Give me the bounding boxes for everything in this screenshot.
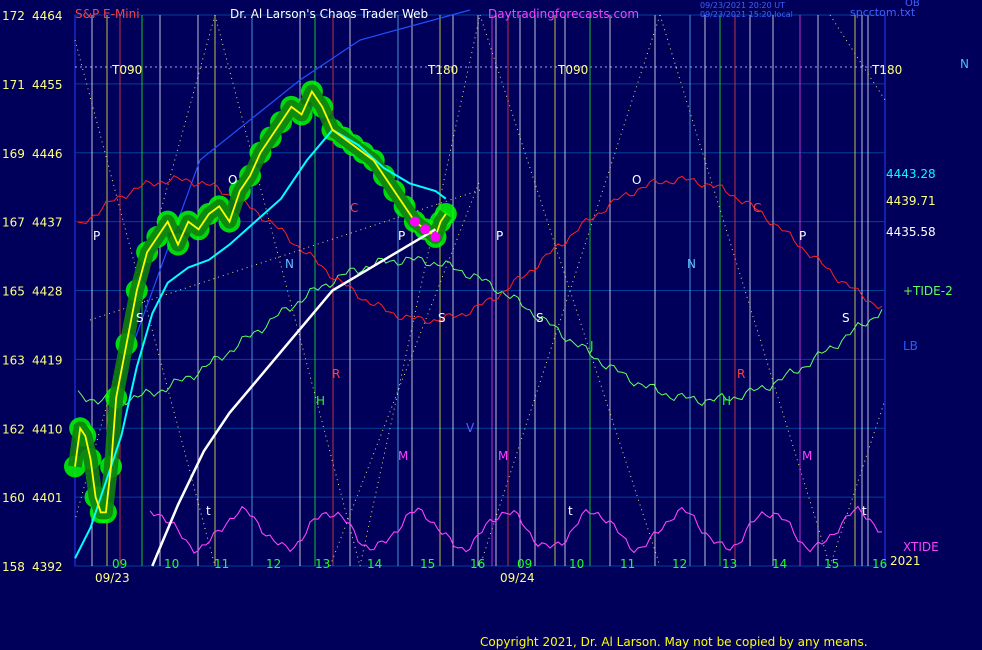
corner-label: spcctom.txt bbox=[850, 6, 916, 19]
cycle-letter: t bbox=[568, 504, 573, 518]
x-date-label: 09/24 bbox=[500, 571, 535, 585]
cycle-letter: C bbox=[753, 201, 761, 215]
y-tick-price: 4455 bbox=[32, 78, 63, 92]
cycle-letter: S bbox=[438, 311, 446, 325]
cycle-letter: N bbox=[285, 257, 294, 271]
cycle-letter: M bbox=[802, 449, 812, 463]
instrument-label: S&P E-Mini bbox=[75, 7, 140, 21]
x-hour-label: 14 bbox=[367, 557, 382, 571]
cycle-letter: P bbox=[398, 229, 405, 243]
cycle-letter: P bbox=[496, 229, 503, 243]
right-value-label: 4439.71 bbox=[886, 194, 936, 208]
cycle-letter: O bbox=[228, 173, 237, 187]
x-hour-label: 10 bbox=[569, 557, 584, 571]
x-hour-label: 15 bbox=[420, 557, 435, 571]
x-hour-label: 14 bbox=[772, 557, 787, 571]
y-tick-price: 4446 bbox=[32, 147, 63, 161]
cycle-letter: t bbox=[206, 504, 211, 518]
top-marker-label: T090 bbox=[557, 63, 588, 77]
y-tick-price: 4428 bbox=[32, 285, 63, 299]
n-marker: N bbox=[960, 57, 969, 71]
site-label: Daytradingforecasts.com bbox=[488, 7, 639, 21]
cycle-letter: P bbox=[93, 229, 100, 243]
cycle-letter: S bbox=[136, 311, 144, 325]
cycle-letter: R bbox=[332, 367, 340, 381]
x-hour-label: 16 bbox=[470, 557, 485, 571]
top-marker-label: T090 bbox=[111, 63, 142, 77]
cycle-letter: C bbox=[350, 201, 358, 215]
timestamp-local: 09/23/2021 15:20 local bbox=[700, 10, 793, 19]
x-hour-label: 10 bbox=[164, 557, 179, 571]
y-tick-price: 4437 bbox=[32, 216, 63, 230]
timestamp-ut: 09/23/2021 20:20 UT bbox=[700, 1, 785, 10]
xtide-label: XTIDE bbox=[903, 540, 939, 554]
x-hour-label: 15 bbox=[824, 557, 839, 571]
top-marker-label: T180 bbox=[427, 63, 458, 77]
cycle-letter: V bbox=[466, 421, 475, 435]
cycle-letter: S bbox=[842, 311, 850, 325]
chaos-chart: 172 4464 171 4455 169 4446 167 4437 165 4428 163 44… bbox=[0, 0, 982, 650]
cycle-letter: M bbox=[498, 449, 508, 463]
lb-label: LB bbox=[903, 339, 918, 353]
y-tick-index: 171 bbox=[2, 78, 25, 92]
y-tick-index: 162 bbox=[2, 422, 25, 436]
cycle-letter: J bbox=[589, 339, 594, 353]
tide-label: +TIDE-2 bbox=[903, 284, 953, 298]
cycle-letter: M bbox=[398, 449, 408, 463]
x-hour-label: 11 bbox=[214, 557, 229, 571]
x-hour-label: 12 bbox=[672, 557, 687, 571]
y-tick-index: 163 bbox=[2, 353, 25, 367]
y-tick-price: 4410 bbox=[32, 422, 63, 436]
right-value-label: 4443.28 bbox=[886, 167, 936, 181]
cycle-letter: H bbox=[316, 394, 325, 408]
y-tick-index: 160 bbox=[2, 491, 25, 505]
cycle-letter: N bbox=[687, 257, 696, 271]
right-value-label: 4435.58 bbox=[886, 225, 936, 239]
y-tick-price: 4392 bbox=[32, 560, 63, 574]
chart-background bbox=[0, 0, 982, 650]
year-label: 2021 bbox=[890, 554, 921, 568]
x-hour-label: 12 bbox=[266, 557, 281, 571]
x-hour-label: 09 bbox=[517, 557, 532, 571]
y-tick-price: 4464 bbox=[32, 9, 63, 23]
x-hour-label: 09 bbox=[112, 557, 127, 571]
y-tick-price: 4401 bbox=[32, 491, 63, 505]
cycle-letter: H bbox=[722, 394, 731, 408]
y-tick-index: 158 bbox=[2, 560, 25, 574]
y-tick-index: 169 bbox=[2, 147, 25, 161]
peak-marker bbox=[430, 231, 441, 242]
cycle-letter: R bbox=[737, 367, 745, 381]
cycle-letter: P bbox=[799, 229, 806, 243]
cycle-letter: t bbox=[862, 504, 867, 518]
top-marker-label: T180 bbox=[871, 63, 902, 77]
cycle-letter: S bbox=[536, 311, 544, 325]
y-tick-price: 4419 bbox=[32, 353, 63, 367]
y-tick-index: 165 bbox=[2, 285, 25, 299]
x-hour-label: 16 bbox=[872, 557, 887, 571]
cycle-letter: O bbox=[632, 173, 641, 187]
peak-marker bbox=[420, 224, 431, 235]
y-tick-index: 167 bbox=[2, 216, 25, 230]
y-tick-index: 172 bbox=[2, 9, 25, 23]
chart-title: Dr. Al Larson's Chaos Trader Web bbox=[230, 7, 428, 21]
x-hour-label: 13 bbox=[722, 557, 737, 571]
x-hour-label: 11 bbox=[620, 557, 635, 571]
copyright: Copyright 2021, Dr. Al Larson. May not b… bbox=[480, 635, 868, 649]
x-date-label: 09/23 bbox=[95, 571, 130, 585]
peak-marker bbox=[409, 216, 420, 227]
x-hour-label: 13 bbox=[315, 557, 330, 571]
